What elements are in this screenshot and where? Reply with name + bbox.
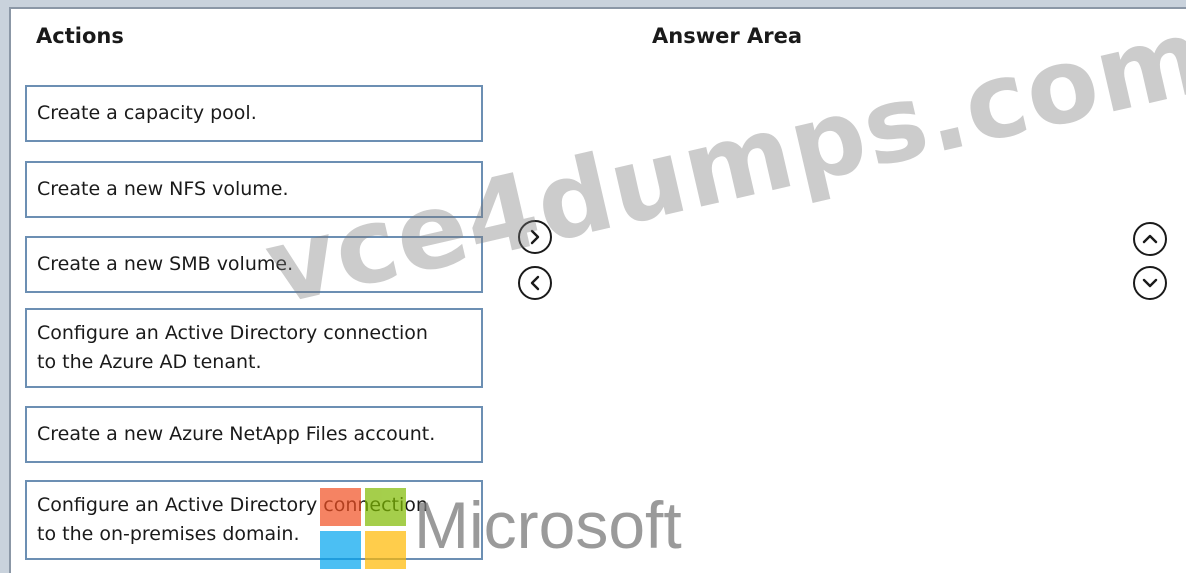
action-item-create-netapp-account[interactable]: Create a new Azure NetApp Files account. — [25, 406, 483, 463]
frame-border-left — [9, 7, 11, 573]
chevron-up-icon — [1142, 234, 1158, 244]
move-up-button[interactable] — [1133, 222, 1167, 256]
chevron-right-icon — [530, 229, 540, 245]
action-item-create-capacity-pool[interactable]: Create a capacity pool. — [25, 85, 483, 142]
chevron-left-icon — [530, 275, 540, 291]
action-item-label: Create a new NFS volume. — [37, 178, 289, 200]
answer-area-heading: Answer Area — [652, 24, 803, 48]
frame-border-top — [9, 7, 1186, 9]
move-down-button[interactable] — [1133, 266, 1167, 300]
action-item-text: Configure an Active Directory connection… — [37, 491, 428, 549]
action-item-label-line2: to the Azure AD tenant. — [37, 351, 262, 373]
action-item-label-line2: to the on-premises domain. — [37, 523, 300, 545]
action-item-create-nfs-volume[interactable]: Create a new NFS volume. — [25, 161, 483, 218]
action-item-label: Create a capacity pool. — [37, 102, 257, 124]
action-item-label-line1: Configure an Active Directory connection — [37, 494, 428, 516]
action-item-configure-ad-on-premises[interactable]: Configure an Active Directory connection… — [25, 480, 483, 560]
action-item-label: Create a new Azure NetApp Files account. — [37, 423, 436, 445]
action-item-label-line1: Configure an Active Directory connection — [37, 322, 428, 344]
chevron-down-icon — [1142, 278, 1158, 288]
move-right-button[interactable] — [518, 220, 552, 254]
actions-heading: Actions — [36, 24, 124, 48]
action-item-configure-ad-azure-tenant[interactable]: Configure an Active Directory connection… — [25, 308, 483, 388]
action-item-create-smb-volume[interactable]: Create a new SMB volume. — [25, 236, 483, 293]
move-left-button[interactable] — [518, 266, 552, 300]
action-item-text: Configure an Active Directory connection… — [37, 319, 428, 377]
action-item-label: Create a new SMB volume. — [37, 253, 294, 275]
